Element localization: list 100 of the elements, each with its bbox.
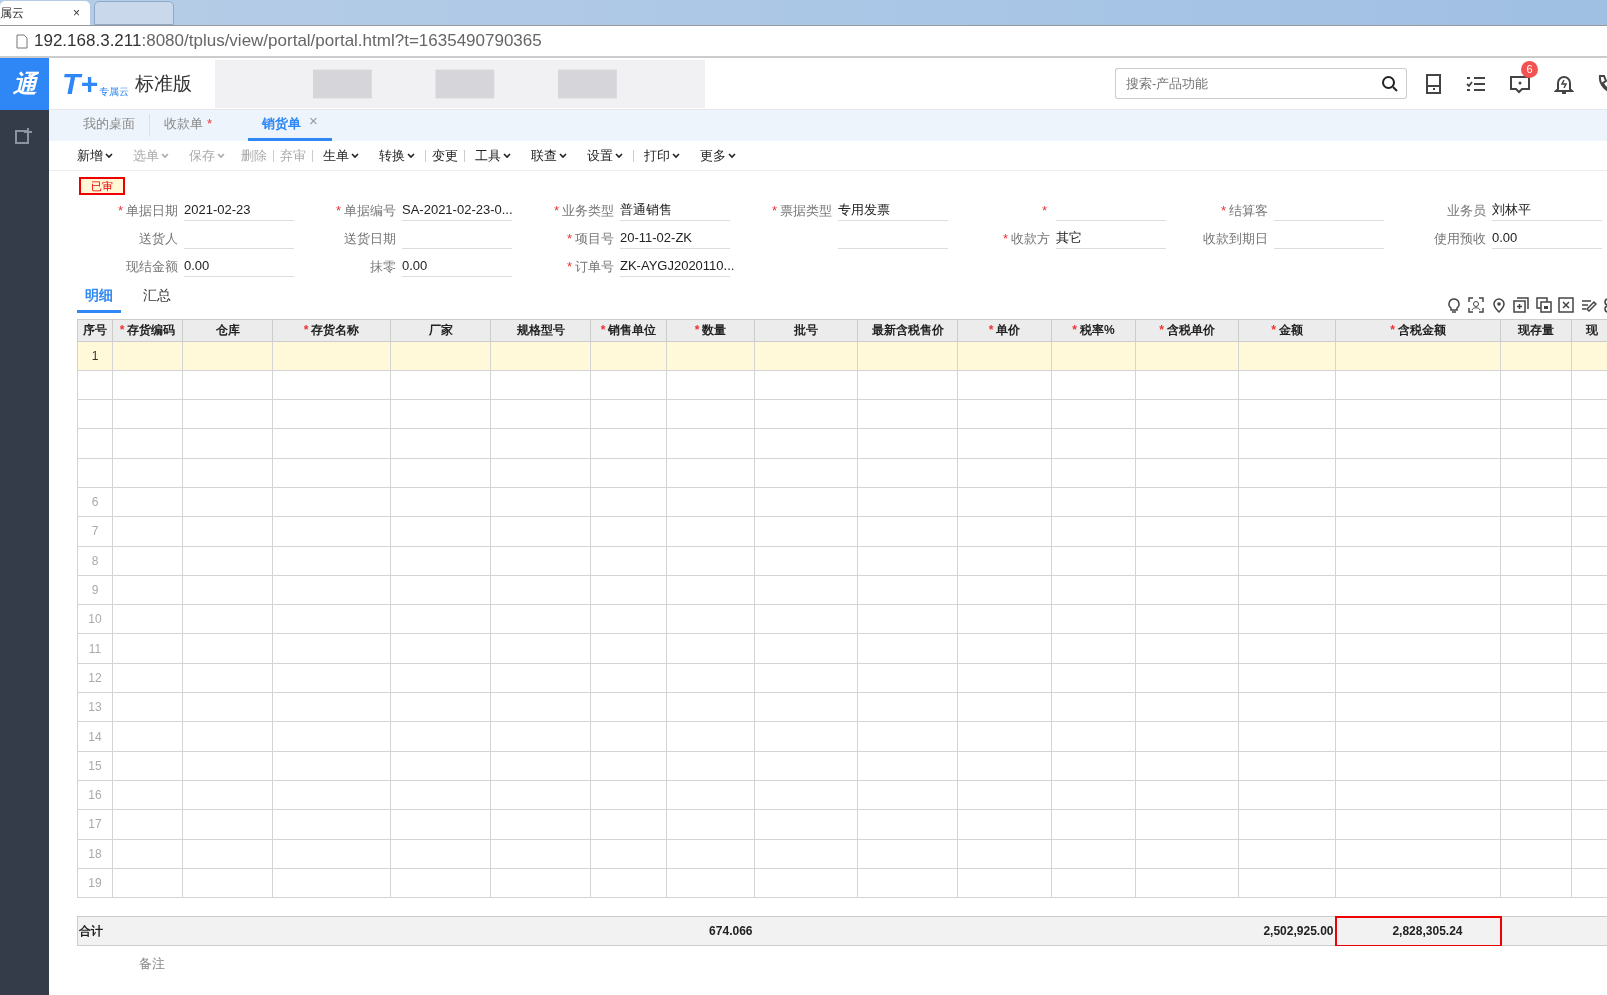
toolbar-button[interactable]: 转换	[369, 145, 425, 166]
row-number: 12	[77, 663, 113, 693]
input-field[interactable]: 20-11-02-ZK	[620, 226, 730, 249]
field-label: 单据编号	[344, 203, 396, 218]
row-number: 14	[77, 721, 113, 752]
tablet-icon[interactable]	[1425, 73, 1443, 94]
column-header[interactable]: 厂家	[390, 319, 491, 341]
modified-mark: *	[207, 114, 213, 133]
column-header[interactable]: * 单价	[957, 319, 1052, 341]
total-cell: 674.066	[666, 916, 755, 946]
row-number: 7	[77, 516, 113, 547]
message-icon[interactable]	[1509, 73, 1531, 94]
table-cell	[112, 604, 183, 634]
scan-icon[interactable]	[1468, 296, 1484, 313]
table-cell	[112, 341, 183, 371]
field-label: 订单号	[575, 259, 614, 274]
toolbar-button[interactable]: 变更	[426, 145, 464, 166]
toolbar-button[interactable]: 新增	[67, 145, 123, 166]
column-header[interactable]: 最新含税售价	[857, 319, 958, 341]
row-number: 11	[77, 633, 113, 664]
bulb-icon[interactable]	[1445, 296, 1462, 313]
row-number: 13	[77, 692, 113, 722]
required-mark: *	[566, 231, 572, 246]
row-number: 1	[77, 341, 113, 371]
toolbar-button[interactable]: 更多	[690, 145, 746, 166]
input-field[interactable]: 0.00	[1492, 226, 1602, 249]
total-label: 合计	[77, 916, 113, 946]
input-field[interactable]: 其它	[1056, 226, 1166, 249]
column-header[interactable]: * 销售单位	[590, 319, 667, 341]
toolbar-button[interactable]: 打印	[634, 145, 690, 166]
column-header[interactable]: * 存货名称	[272, 319, 391, 341]
table-cell	[112, 516, 183, 547]
checklist-icon[interactable]	[1466, 74, 1486, 93]
column-header[interactable]: * 含税单价	[1135, 319, 1239, 341]
input-field[interactable]: 0.00	[184, 254, 294, 277]
table-cell	[112, 458, 183, 488]
table-cell	[1500, 633, 1572, 664]
add-row-icon[interactable]	[1513, 296, 1529, 313]
field-label: 现结金额	[126, 259, 178, 274]
toolbar-button[interactable]: 联查	[521, 145, 577, 166]
address-bar[interactable]: 192.168.3.211:8080/tplus/view/portal/portal.html?t=1635490790365	[34, 28, 542, 54]
input-field[interactable]: 刘林平	[1492, 198, 1602, 221]
table-cell	[1500, 751, 1572, 781]
toolbar-button[interactable]: 工具	[465, 145, 521, 166]
table-cell	[112, 370, 183, 400]
input-field[interactable]: 2021-02-23	[184, 198, 294, 221]
row-number: 10	[77, 604, 113, 634]
column-header[interactable]: * 金额	[1238, 319, 1336, 341]
row-number: 9	[77, 575, 113, 605]
new-window-icon[interactable]	[14, 126, 34, 146]
field-label: 项目号	[575, 231, 614, 246]
column-header[interactable]: * 存货编码	[112, 319, 183, 341]
input-field[interactable]: 专用发票	[838, 198, 948, 221]
row-number: 16	[77, 780, 113, 810]
row-number: 18	[77, 839, 113, 869]
tab[interactable]: 明细	[77, 284, 121, 313]
column-header[interactable]: 规格型号	[490, 319, 591, 341]
logo-subtitle: 专属云	[98, 84, 129, 99]
column-header[interactable]: 现	[1571, 319, 1607, 341]
column-header[interactable]: 现存量	[1500, 319, 1572, 341]
total-cell: 2,502,925.00	[1238, 916, 1336, 946]
table-cell	[112, 487, 183, 517]
row-number: 19	[77, 868, 113, 898]
input-field[interactable]: 0.00	[402, 254, 512, 277]
edition-title: 标准版	[134, 72, 192, 96]
copy-icon[interactable]	[1535, 296, 1552, 313]
table-cell	[112, 428, 183, 459]
close-button[interactable]: ×	[73, 4, 80, 22]
table-cell	[112, 399, 183, 429]
table-cell	[1500, 370, 1572, 400]
column-header[interactable]: * 数量	[666, 319, 755, 341]
input-field[interactable]: 普通销售	[620, 198, 730, 221]
location-pin-icon[interactable]	[1490, 296, 1507, 313]
bell-icon[interactable]	[1554, 73, 1574, 94]
column-header[interactable]: 批号	[754, 319, 858, 341]
tab[interactable]: 汇总	[135, 284, 179, 313]
field-label: 抹零	[370, 259, 396, 274]
row-number: 6	[77, 487, 113, 517]
row-number: 17	[77, 809, 113, 840]
app-logo[interactable]: 通	[0, 58, 49, 110]
column-header[interactable]: * 含税金额	[1335, 319, 1501, 341]
table-cell	[1500, 428, 1572, 459]
required-mark: *	[1041, 203, 1047, 218]
field-label: 结算客	[1229, 203, 1268, 218]
row-number: 8	[77, 546, 113, 576]
toolbar-button[interactable]: 生单	[313, 145, 369, 166]
table-cell	[112, 721, 183, 752]
document-tab[interactable]: 收款单 *	[149, 113, 227, 137]
table-cell	[1500, 604, 1572, 634]
column-header[interactable]: * 税率%	[1051, 319, 1136, 341]
table-cell	[1500, 458, 1572, 488]
field-label: 收款到期日	[1203, 231, 1268, 246]
column-header[interactable]: 序号	[77, 319, 113, 341]
column-header[interactable]: 仓库	[182, 319, 273, 341]
browser-tab[interactable]: 属云 ×	[0, 1, 90, 25]
input-field[interactable]: SA-2021-02-23-0...	[402, 198, 512, 221]
delete-row-icon[interactable]	[1558, 296, 1574, 313]
toolbar-button[interactable]: 设置	[577, 145, 633, 166]
required-mark: *	[771, 203, 777, 218]
field-label: 使用预收	[1434, 231, 1486, 246]
